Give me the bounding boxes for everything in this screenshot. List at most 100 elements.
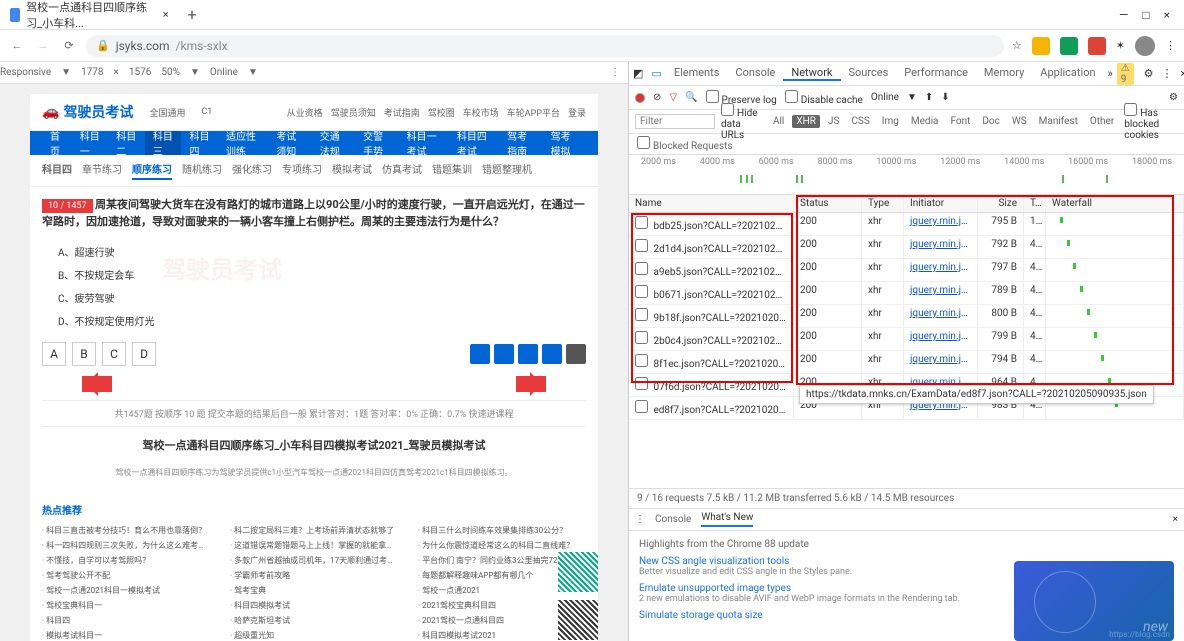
device-mode[interactable]: Responsive [0, 67, 51, 78]
window-minimize[interactable]: — [1119, 8, 1128, 22]
top-link[interactable]: 车轮APP平台 [507, 106, 560, 119]
top-link[interactable]: 驾校圈 [428, 106, 455, 119]
hot-link[interactable]: · 驾校宝典科目一 [42, 600, 210, 611]
nav-item[interactable]: 科目二 [108, 131, 145, 155]
nav-item[interactable]: 交通法规 [312, 131, 355, 155]
drawer-tab-whatsnew[interactable]: What's New [701, 512, 753, 527]
filter-type-img[interactable]: Img [878, 115, 903, 128]
subnav-item[interactable]: 强化练习 [232, 161, 272, 180]
nav-item[interactable]: 驾考指南 [499, 131, 542, 155]
subnav-item[interactable]: 顺序练习 [132, 161, 172, 180]
hot-link[interactable]: · 哈萨克斯坦考试 [230, 615, 398, 626]
letter-button-A[interactable]: A [42, 342, 66, 366]
back-button[interactable]: ← [8, 37, 26, 55]
top-link[interactable]: 登录 [568, 106, 586, 119]
devtools-tab-application[interactable]: Application [1032, 66, 1103, 79]
devtools-tab-sources[interactable]: Sources [841, 66, 897, 79]
filter-type-xhr[interactable]: XHR [792, 115, 820, 128]
filter-type-ws[interactable]: WS [1008, 115, 1031, 128]
throttle[interactable]: Online [210, 67, 238, 78]
nav-item[interactable]: 科目一 [72, 131, 109, 155]
devtools-tab-network[interactable]: Network [783, 66, 840, 81]
viewport-height[interactable]: 1576 [129, 67, 151, 78]
top-link[interactable]: 考试指南 [384, 106, 420, 119]
col-name[interactable]: Name [629, 195, 794, 212]
col-initiator[interactable]: Initiator [904, 195, 978, 212]
hot-link[interactable]: · 科目三直击被考分技巧！育么不用也靠落倒？ [42, 525, 210, 536]
drawer-close[interactable]: × [1173, 514, 1178, 525]
browser-tab[interactable]: 驾校一点通科目四顺序练习_小车科... × [0, 1, 180, 29]
download-icon[interactable]: ⬇ [941, 92, 949, 103]
network-request-row[interactable]: bdb25.json?CALL=?20210205090935.json200x… [629, 213, 1184, 236]
subnav-item[interactable]: 模拟考试 [332, 161, 372, 180]
subnav-item[interactable]: 章节练习 [82, 161, 122, 180]
upload-icon[interactable]: ⬆ [925, 92, 933, 103]
site-logo[interactable]: 🚗 驾驶员考试 [42, 102, 133, 122]
col-size[interactable]: Size [978, 195, 1024, 212]
new-tab-button[interactable]: + [180, 3, 204, 27]
record-button[interactable] [635, 93, 645, 103]
hot-link[interactable]: · 超级重光知 [230, 630, 398, 641]
filter-type-other[interactable]: Other [1086, 115, 1118, 128]
network-request-row[interactable]: b0671.json?CALL=?20210205090935.json200x… [629, 282, 1184, 305]
action-icon-4[interactable] [542, 344, 562, 364]
network-request-row[interactable]: 8f1ec.json?CALL=?20210205090935.json200x… [629, 351, 1184, 374]
extension-icon-4[interactable]: ✶ [1116, 39, 1125, 52]
profile-icon[interactable] [1135, 36, 1155, 56]
action-icon-3[interactable] [518, 344, 538, 364]
devtools-tab-memory[interactable]: Memory [976, 66, 1032, 79]
hot-link[interactable]: · 为什么你震惊道经常这么的科目二直线难？ [418, 540, 586, 551]
next-arrow[interactable] [516, 376, 546, 392]
subnav-item[interactable]: 仿真考试 [382, 161, 422, 180]
nav-item[interactable]: 科目四 [181, 131, 218, 155]
inspect-icon[interactable]: ◩ [633, 67, 643, 81]
filter-toggle[interactable]: ▽ [669, 92, 677, 103]
filter-type-media[interactable]: Media [907, 115, 943, 128]
nav-item[interactable]: 科目一考试 [399, 131, 449, 155]
nav-item[interactable]: 适应性训练 [218, 131, 268, 155]
window-close[interactable]: × [1164, 8, 1170, 22]
top-link[interactable]: 车校市场 [463, 106, 499, 119]
menu-icon[interactable]: ⋮ [1165, 39, 1176, 52]
star-icon[interactable]: ☆ [1012, 39, 1022, 52]
extension-icon-3[interactable] [1088, 37, 1106, 55]
hot-link[interactable]: · 科一四科四规则三次失败，为什么这么难考？…… [42, 540, 210, 551]
col-status[interactable]: Status [794, 195, 862, 212]
letter-button-B[interactable]: B [72, 342, 96, 366]
blocked-requests-checkbox[interactable]: Blocked Requests [637, 141, 733, 152]
letter-button-C[interactable]: C [102, 342, 126, 366]
devtools-tab-elements[interactable]: Elements [666, 66, 728, 79]
forward-button[interactable]: → [34, 37, 52, 55]
extension-icon-1[interactable] [1032, 37, 1050, 55]
hot-link[interactable]: · 模拟考试科目一 [42, 630, 210, 641]
devtools-menu[interactable]: ⋮ [1162, 67, 1173, 81]
nav-item[interactable]: 考试须知 [268, 131, 311, 155]
hot-link[interactable]: · 科目四 [42, 615, 210, 626]
device-menu[interactable]: ⋮ [610, 67, 620, 78]
hot-link[interactable]: · 多款广州省越抽成司机年，17天顺利通过考试，…… [230, 555, 398, 566]
filter-type-js[interactable]: JS [824, 115, 843, 128]
col-time[interactable]: T... [1024, 195, 1046, 212]
subnav-item[interactable]: 错题整理机 [482, 161, 532, 180]
filter-type-font[interactable]: Font [946, 115, 974, 128]
filter-input[interactable] [635, 114, 715, 129]
devtools-close[interactable]: × [1181, 67, 1184, 81]
letter-button-D[interactable]: D [132, 342, 156, 366]
hot-link[interactable]: · 不懂技，自学可以考驾照吗？ [42, 555, 210, 566]
network-request-row[interactable]: 2b0c4.json?CALL=?20210205090935.json200x… [629, 328, 1184, 351]
device-toggle-icon[interactable]: ▭ [651, 67, 661, 81]
zoom-level[interactable]: 50% [161, 67, 180, 78]
tab-close-button[interactable]: × [161, 9, 170, 21]
hot-link[interactable]: · 驾考宝典 [230, 585, 398, 596]
hot-link[interactable]: · 科目三什么时间练车效果集排练30公分？ [418, 525, 586, 536]
filter-type-all[interactable]: All [769, 115, 788, 128]
viewport-width[interactable]: 1778 [81, 67, 103, 78]
settings-icon[interactable]: ⚙ [1144, 67, 1154, 81]
network-settings[interactable]: ⚙ [1169, 92, 1178, 103]
hot-link[interactable]: · 这道错误常题错题马上上线！掌握的就能拿满分！ [230, 540, 398, 551]
answer-option[interactable]: B、不按规定会车 [58, 263, 586, 286]
hot-link[interactable]: · 科目四模拟考试 [230, 600, 398, 611]
devtools-tab-performance[interactable]: Performance [896, 66, 976, 79]
col-type[interactable]: Type [862, 195, 904, 212]
network-request-row[interactable]: 9b18f.json?CALL=?20210205090935.json200x… [629, 305, 1184, 328]
